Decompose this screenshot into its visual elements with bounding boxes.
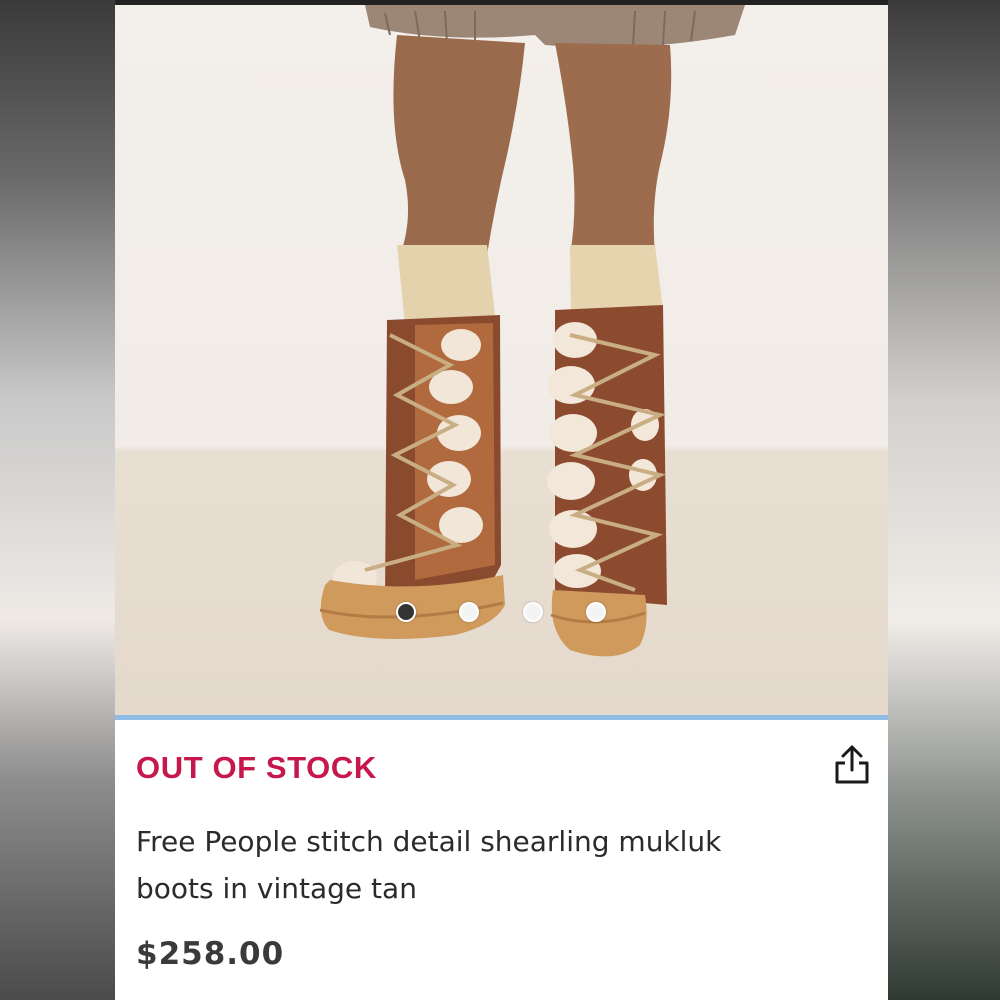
share-icon bbox=[835, 745, 869, 784]
product-title-line-1: Free People stitch detail shearling mukl… bbox=[136, 825, 722, 858]
carousel-dots bbox=[115, 602, 888, 626]
product-price: $258.00 bbox=[136, 936, 285, 972]
carousel-dot-2[interactable] bbox=[459, 602, 479, 622]
product-card: OUT OF STOCK Free People stitch detail s… bbox=[115, 0, 888, 1000]
share-button[interactable] bbox=[832, 743, 872, 785]
image-divider bbox=[115, 715, 888, 720]
carousel-dot-4[interactable] bbox=[586, 602, 606, 622]
product-title: Free People stitch detail shearling mukl… bbox=[136, 818, 836, 912]
product-title-line-2: boots in vintage tan bbox=[136, 872, 417, 905]
background-blur-left bbox=[0, 0, 115, 1000]
carousel-dot-1[interactable] bbox=[396, 602, 416, 622]
carousel-dot-3[interactable] bbox=[523, 602, 543, 622]
background-blur-right bbox=[888, 0, 1000, 1000]
stock-status: OUT OF STOCK bbox=[136, 750, 377, 785]
